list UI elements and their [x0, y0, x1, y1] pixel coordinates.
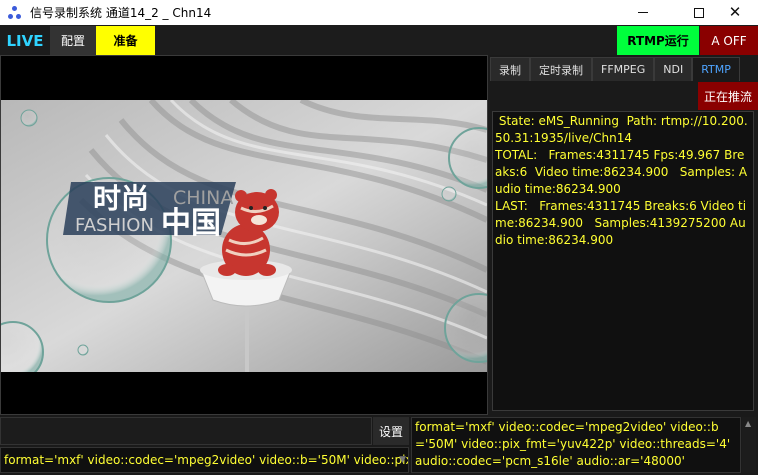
title-bar: 信号录制系统 通道14_2 _ Chn14 ✕ [0, 0, 758, 25]
window-title: 信号录制系统 通道14_2 _ Chn14 [30, 6, 212, 20]
app-logo-icon [8, 5, 22, 20]
close-icon: ✕ [728, 3, 742, 21]
config-button[interactable]: 配置 [50, 26, 96, 55]
maximize-icon [694, 7, 704, 18]
right-panel: 录制 定时录制 FFMPEG NDI RTMP 正在推流 State: eMS_… [488, 55, 758, 415]
logo-cn-top: 时尚 [93, 182, 149, 215]
close-button[interactable]: ✕ [712, 0, 758, 25]
chevron-down-icon[interactable]: ▼ [399, 448, 406, 472]
output-scrollbar[interactable]: ▲ [742, 417, 756, 473]
ready-button[interactable]: 准备 [96, 26, 155, 55]
video-frame: 时尚 CHINA FASHION 中国 [1, 100, 487, 372]
tab-rtmp[interactable]: RTMP [692, 57, 740, 81]
audio-off-button[interactable]: A OFF [700, 26, 758, 55]
tab-bar: 录制 定时录制 FFMPEG NDI RTMP [490, 57, 740, 81]
command-output: format='mxf' video::codec='mpeg2video' v… [411, 417, 741, 473]
top-toolbar: LIVE 配置 准备 RTMP运行 A OFF [0, 25, 758, 55]
settings-button[interactable]: 设置 [373, 417, 409, 445]
logo-cn-bottom: 中国 [161, 206, 221, 241]
command-input[interactable]: format='mxf' video::codec='mpeg2video' v… [0, 447, 409, 473]
tab-record[interactable]: 录制 [490, 57, 530, 81]
scroll-up-icon[interactable]: ▲ [745, 419, 753, 428]
tab-ffmpeg[interactable]: FFMPEG [592, 57, 655, 81]
tab-ndi[interactable]: NDI [654, 57, 693, 81]
bottom-bar: 设置 format='mxf' video::codec='mpeg2video… [0, 415, 758, 475]
minimize-button[interactable] [620, 0, 666, 25]
logo-en-bottom: FASHION [75, 215, 154, 236]
rtmp-status-log: State: eMS_Running Path: rtmp://10.200.5… [492, 111, 754, 411]
video-preview: 时尚 CHINA FASHION 中国 [0, 55, 488, 415]
streaming-button[interactable]: 正在推流 [698, 82, 758, 110]
command-area [0, 417, 372, 445]
minimize-icon [638, 12, 648, 13]
live-indicator: LIVE [0, 26, 50, 55]
rtmp-running-button[interactable]: RTMP运行 [617, 26, 699, 55]
tab-scheduled-record[interactable]: 定时录制 [530, 57, 592, 81]
command-input-value: format='mxf' video::codec='mpeg2video' v… [4, 453, 408, 467]
